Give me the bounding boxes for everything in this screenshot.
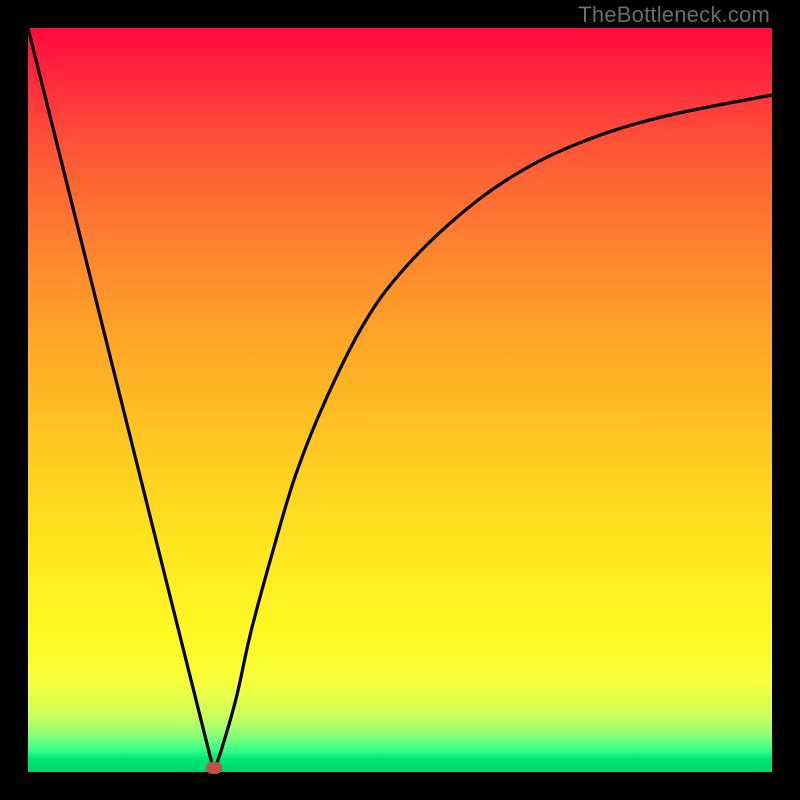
bottleneck-curve-path bbox=[28, 28, 772, 772]
plot-area bbox=[28, 28, 772, 772]
optimum-marker bbox=[206, 762, 222, 774]
watermark-text: TheBottleneck.com bbox=[578, 2, 770, 28]
curve-svg bbox=[28, 28, 772, 772]
